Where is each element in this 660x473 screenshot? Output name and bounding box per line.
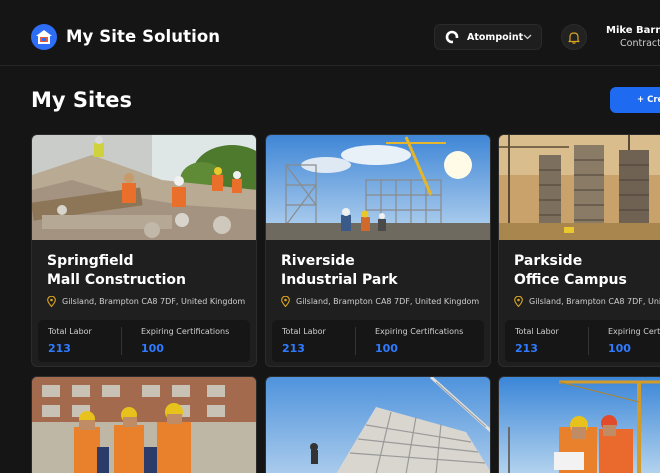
- page-title: My Sites: [31, 88, 133, 112]
- site-address: Gilsland, Brampton CA8 7DF, United Kingd…: [296, 297, 480, 306]
- total-labor-value: 213: [48, 342, 71, 355]
- site-card[interactable]: [31, 376, 257, 473]
- org-switcher[interactable]: Atompoint: [434, 24, 542, 50]
- page: My Site Solution Atompoint Mike Barn Con…: [0, 0, 660, 473]
- site-card[interactable]: Parkside Office Campus Gilsland, Brampto…: [498, 134, 660, 367]
- expiring-certifications-value: 100: [608, 342, 631, 355]
- site-photo: [266, 135, 490, 240]
- site-stats: Total Labor 213 Expiring Certifications …: [272, 320, 484, 362]
- site-card[interactable]: Riverside Industrial Park Gilsland, Bram…: [265, 134, 491, 367]
- stats-divider: [355, 327, 356, 355]
- site-address: Gilsland, Brampton CA8 7DF, United Kingd…: [529, 297, 660, 306]
- location-pin-icon: [281, 296, 291, 307]
- site-stats: Total Labor 213 Expiring Certifi 100: [505, 320, 660, 362]
- expiring-certifications-value: 100: [375, 342, 398, 355]
- site-photo: [499, 135, 660, 240]
- site-card[interactable]: [498, 376, 660, 473]
- site-address-row: Gilsland, Brampton CA8 7DF, United Kingd…: [514, 296, 660, 307]
- expiring-certifications-label: Expiring Certifications: [141, 327, 230, 336]
- site-name-line2: Mall Construction: [47, 272, 186, 288]
- site-logo-icon[interactable]: [31, 24, 57, 50]
- site-photo: [499, 377, 660, 473]
- expiring-certifications-label: Expiring Certifi: [608, 327, 660, 336]
- site-card[interactable]: Springfield Mall Construction Gilsland, …: [31, 134, 257, 367]
- site-stats: Total Labor 213 Expiring Certifications …: [38, 320, 250, 362]
- site-address: Gilsland, Brampton CA8 7DF, United Kingd…: [62, 297, 246, 306]
- site-name: Springfield Mall Construction: [47, 252, 247, 290]
- app-title: My Site Solution: [66, 27, 221, 46]
- stats-divider: [588, 327, 589, 355]
- expiring-certifications-value: 100: [141, 342, 164, 355]
- total-labor-value: 213: [515, 342, 538, 355]
- location-pin-icon: [514, 296, 524, 307]
- user-role: Contract: [620, 38, 660, 49]
- expiring-certifications-label: Expiring Certifications: [375, 327, 464, 336]
- notifications-button[interactable]: [561, 24, 587, 50]
- top-header: My Site Solution Atompoint Mike Barn Con…: [0, 0, 660, 66]
- bell-icon: [568, 31, 580, 44]
- create-site-button[interactable]: + Cre: [610, 87, 660, 113]
- site-card[interactable]: [265, 376, 491, 473]
- location-pin-icon: [47, 296, 57, 307]
- site-name-line1: Riverside: [281, 253, 355, 269]
- total-labor-label: Total Labor: [515, 327, 559, 336]
- site-photo: [32, 377, 256, 473]
- site-name-line1: Parkside: [514, 253, 583, 269]
- stats-divider: [121, 327, 122, 355]
- chevron-down-icon: [523, 32, 532, 42]
- site-address-row: Gilsland, Brampton CA8 7DF, United Kingd…: [47, 296, 245, 307]
- site-name-line2: Industrial Park: [281, 272, 398, 288]
- site-name-line2: Office Campus: [514, 272, 627, 288]
- total-labor-label: Total Labor: [48, 327, 92, 336]
- total-labor-label: Total Labor: [282, 327, 326, 336]
- user-name[interactable]: Mike Barne: [606, 25, 660, 36]
- atompoint-logo-icon: [445, 30, 459, 44]
- site-photo: [32, 135, 256, 240]
- site-name: Riverside Industrial Park: [281, 252, 481, 290]
- site-address-row: Gilsland, Brampton CA8 7DF, United Kingd…: [281, 296, 479, 307]
- site-photo: [266, 377, 490, 473]
- site-name-line1: Springfield: [47, 253, 134, 269]
- total-labor-value: 213: [282, 342, 305, 355]
- site-name: Parkside Office Campus: [514, 252, 660, 290]
- org-switcher-label: Atompoint: [467, 31, 524, 43]
